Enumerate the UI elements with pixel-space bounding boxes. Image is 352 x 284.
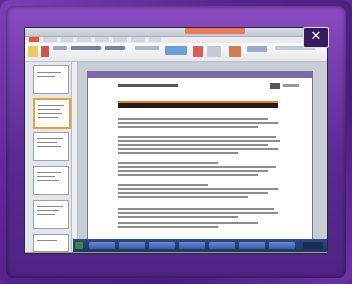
quick-styles-button[interactable] xyxy=(207,46,221,57)
section-header-bar xyxy=(118,103,278,108)
document-heading xyxy=(118,84,178,87)
tab-insert[interactable] xyxy=(61,37,73,42)
logo-text-mark xyxy=(283,84,299,87)
text-line xyxy=(118,140,280,142)
text-line xyxy=(118,216,238,218)
shapes-gallery[interactable] xyxy=(165,46,187,55)
taskbar-item[interactable] xyxy=(89,242,115,249)
paragraph-group[interactable] xyxy=(105,46,125,50)
text-line xyxy=(118,152,238,154)
find-replace-group[interactable] xyxy=(247,46,267,52)
ribbon xyxy=(25,43,327,62)
logo-mark xyxy=(270,83,280,89)
text-line xyxy=(118,222,258,224)
slide-thumbnail[interactable] xyxy=(33,234,69,252)
text-line xyxy=(118,212,278,214)
file-tab[interactable] xyxy=(29,37,39,42)
taskbar-item[interactable] xyxy=(269,242,295,249)
taskbar-item[interactable] xyxy=(239,242,265,249)
app-window xyxy=(24,27,328,254)
text-line xyxy=(118,192,268,194)
taskbar-item[interactable] xyxy=(209,242,235,249)
text-line xyxy=(118,174,258,176)
text-line xyxy=(118,122,278,124)
slide-thumbnail[interactable] xyxy=(33,200,69,229)
window-title-bar-highlight xyxy=(185,28,245,34)
tab-slideshow[interactable] xyxy=(131,37,145,42)
slide-thumbnail[interactable] xyxy=(33,166,69,195)
text-line xyxy=(118,136,276,138)
tab-animations[interactable] xyxy=(113,37,127,42)
layout-button[interactable] xyxy=(53,46,67,50)
text-line xyxy=(118,148,278,150)
text-line xyxy=(118,144,268,146)
embedded-taskbar xyxy=(73,239,327,252)
text-line xyxy=(118,170,268,172)
text-line xyxy=(118,126,258,128)
font-select[interactable] xyxy=(71,46,101,50)
taskbar-item[interactable] xyxy=(149,242,175,249)
text-line xyxy=(118,166,276,168)
slide-thumbnail[interactable] xyxy=(33,65,69,94)
text-line xyxy=(118,226,218,228)
status-bar xyxy=(25,252,327,253)
taskbar-item[interactable] xyxy=(119,242,145,249)
vertical-ruler xyxy=(72,62,78,252)
slide-thumbnail[interactable] xyxy=(33,132,69,161)
tab-transitions[interactable] xyxy=(95,37,109,42)
slide-thumbnails-panel xyxy=(25,62,72,252)
new-slide-button[interactable] xyxy=(41,46,49,57)
text-line xyxy=(118,118,268,120)
embedded-window-titlebar xyxy=(88,72,312,78)
start-button[interactable] xyxy=(75,242,83,249)
text-line xyxy=(118,188,278,190)
text-line xyxy=(118,196,248,198)
tab-design[interactable] xyxy=(77,37,91,42)
arrange-button[interactable] xyxy=(193,46,203,57)
paste-button[interactable] xyxy=(28,46,38,57)
slide-thumbnail-selected[interactable] xyxy=(33,98,71,129)
close-icon[interactable]: ✕ xyxy=(303,27,329,48)
slide[interactable] xyxy=(87,71,313,245)
tab-home[interactable] xyxy=(43,37,57,42)
tab-review[interactable] xyxy=(149,37,161,42)
text-line xyxy=(118,162,218,164)
align-group[interactable] xyxy=(135,46,159,50)
titlebar xyxy=(25,28,327,37)
system-tray xyxy=(303,242,323,249)
shape-fill-button[interactable] xyxy=(229,46,241,57)
text-line xyxy=(118,184,208,186)
text-line xyxy=(118,208,274,210)
taskbar-item[interactable] xyxy=(179,242,205,249)
